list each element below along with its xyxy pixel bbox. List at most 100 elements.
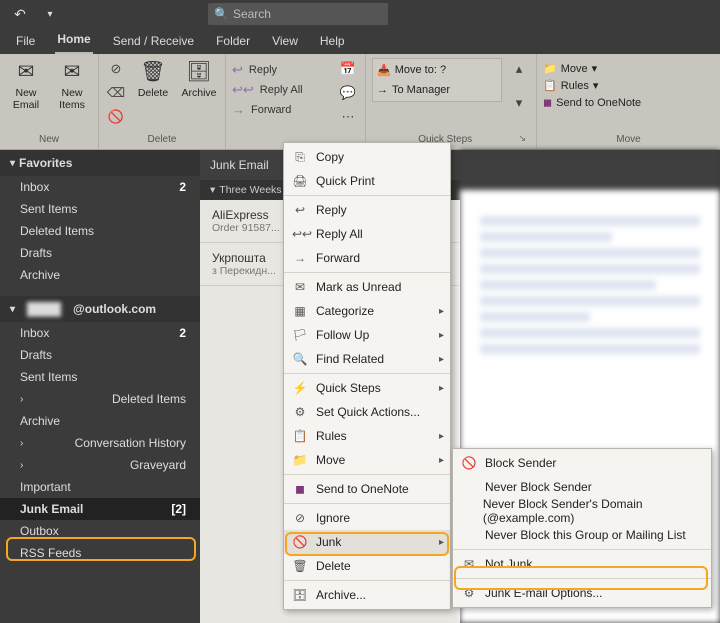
rules-button[interactable]: 📋Rules▾ <box>543 79 641 92</box>
folder-conversation-history[interactable]: ›Conversation History <box>0 432 200 454</box>
ctx-junk[interactable]: 🚫Junk▸ <box>284 530 450 554</box>
chevron-right-icon: ▸ <box>439 306 444 317</box>
folder-deleted-items-acct[interactable]: ›Deleted Items <box>0 388 200 410</box>
junk-never-block-group[interactable]: Never Block this Group or Mailing List <box>453 523 711 547</box>
ribbon-tabs: File Home Send / Receive Folder View Hel… <box>0 28 720 54</box>
lightning-icon: ⚡ <box>292 381 308 395</box>
ignore-button[interactable]: ⊘ <box>105 58 127 80</box>
junk-never-block-domain[interactable]: Never Block Sender's Domain (@example.co… <box>453 499 711 523</box>
tab-folder[interactable]: Folder <box>214 30 252 54</box>
ribbon-group-respond: ↩Reply ↩↩Reply All →Forward 📅 💬 ⋯ <box>226 54 366 149</box>
inbox-unread-count-acct: 2 <box>179 326 186 340</box>
ignore-icon: ⊘ <box>292 511 308 525</box>
ctx-categorize[interactable]: ▦Categorize▸ <box>284 299 450 323</box>
ctx-rules[interactable]: 📋Rules▸ <box>284 424 450 448</box>
junk-button[interactable]: 🚫 <box>105 106 127 128</box>
folder-archive[interactable]: Archive <box>0 264 200 286</box>
ctx-set-quick-actions[interactable]: ⚙Set Quick Actions... <box>284 400 450 424</box>
reply-button[interactable]: ↩Reply <box>232 62 303 78</box>
envelope-icon: ✉ <box>12 58 40 86</box>
folder-junk-email[interactable]: Junk Email[2] <box>0 498 200 520</box>
forward-button[interactable]: →Forward <box>232 102 303 117</box>
folder-outbox[interactable]: Outbox <box>0 520 200 542</box>
ctx-quick-print[interactable]: 🖨Quick Print <box>284 169 450 193</box>
folder-inbox-acct[interactable]: Inbox2 <box>0 322 200 344</box>
junk-email-options[interactable]: ⚙Junk E-mail Options... <box>453 581 711 605</box>
onenote-button[interactable]: ◼Send to OneNote <box>543 96 641 109</box>
folder-pane: ▾Favorites Inbox2 Sent Items Deleted Ite… <box>0 150 200 623</box>
chevron-right-icon: › <box>20 394 23 405</box>
delete-button[interactable]: 🗑 Delete <box>133 58 173 100</box>
ctx-send-to-onenote[interactable]: ◼Send to OneNote <box>284 477 450 501</box>
customize-qat-button[interactable]: ▾ <box>38 2 62 26</box>
search-box[interactable]: 🔍 Search <box>208 3 388 25</box>
trash-icon: 🗑 <box>292 559 308 573</box>
folder-important[interactable]: Important <box>0 476 200 498</box>
folder-sent-items-acct[interactable]: Sent Items <box>0 366 200 388</box>
new-items-icon: ✉ <box>58 58 86 86</box>
ctx-quick-steps[interactable]: ⚡Quick Steps▸ <box>284 376 450 400</box>
cleanup-button[interactable]: ⌫ <box>105 82 127 104</box>
reply-all-button[interactable]: ↩↩Reply All <box>232 82 303 98</box>
archive-button[interactable]: 🗄 Archive <box>179 58 219 100</box>
favorites-header[interactable]: ▾Favorites <box>0 150 200 176</box>
tab-home[interactable]: Home <box>55 28 92 54</box>
folder-rss-feeds[interactable]: RSS Feeds <box>0 542 200 564</box>
new-items-button[interactable]: ✉ New Items <box>52 58 92 111</box>
tab-help[interactable]: Help <box>318 30 347 54</box>
account-header[interactable]: ▾████@outlook.com <box>0 296 200 322</box>
quickstep-tomanager[interactable]: →To Manager <box>375 81 499 99</box>
junk-not-junk[interactable]: ✉Not Junk <box>453 552 711 576</box>
im-button[interactable]: 💬 <box>337 82 359 104</box>
new-email-label: New Email <box>6 88 46 111</box>
junk-block-sender[interactable]: 🚫Block Sender <box>453 451 711 475</box>
ctx-ignore[interactable]: ⊘Ignore <box>284 506 450 530</box>
quickstep-moveto[interactable]: 📥Move to: ? <box>375 61 499 79</box>
junk-icon: 🚫 <box>292 535 308 549</box>
folder-inbox[interactable]: Inbox2 <box>0 176 200 198</box>
ctx-forward[interactable]: →Forward <box>284 246 450 270</box>
more-respond-button[interactable]: ⋯ <box>337 106 359 128</box>
folder-drafts-acct[interactable]: Drafts <box>0 344 200 366</box>
tab-send-receive[interactable]: Send / Receive <box>111 30 196 54</box>
gear-icon: ⚙ <box>292 405 308 419</box>
move-button[interactable]: 📁Move▾ <box>543 62 641 75</box>
folder-sent-items[interactable]: Sent Items <box>0 198 200 220</box>
chevron-down-icon: ▾ <box>593 79 599 92</box>
folder-archive-acct[interactable]: Archive <box>0 410 200 432</box>
folder-drafts[interactable]: Drafts <box>0 242 200 264</box>
quicksteps-down[interactable]: ▾ <box>508 92 530 114</box>
junk-never-block-sender[interactable]: Never Block Sender <box>453 475 711 499</box>
trash-icon: 🗑 <box>139 58 167 86</box>
favorites-label: Favorites <box>19 156 72 170</box>
search-icon: 🔍 <box>292 352 308 366</box>
gear-icon: ⚙ <box>461 586 477 600</box>
folder-deleted-items[interactable]: Deleted Items <box>0 220 200 242</box>
tomanager-label: To Manager <box>392 84 450 96</box>
quicksteps-up[interactable]: ▴ <box>508 58 530 80</box>
tab-file[interactable]: File <box>14 30 37 54</box>
ctx-reply[interactable]: ↩Reply <box>284 198 450 222</box>
onenote-icon: ◼ <box>292 482 308 496</box>
print-icon: 🖨 <box>292 174 308 188</box>
ctx-archive[interactable]: 🗄Archive... <box>284 583 450 607</box>
ctx-copy[interactable]: ⎘Copy <box>284 145 450 169</box>
list-folder-title: Junk Email <box>210 158 269 172</box>
ctx-follow-up[interactable]: 🏳Follow Up▸ <box>284 323 450 347</box>
meeting-button[interactable]: 📅 <box>337 58 359 80</box>
junk-count: [2] <box>171 502 186 516</box>
ctx-reply-all[interactable]: ↩↩Reply All <box>284 222 450 246</box>
context-menu: ⎘Copy 🖨Quick Print ↩Reply ↩↩Reply All →F… <box>283 142 451 610</box>
ctx-delete[interactable]: 🗑Delete <box>284 554 450 578</box>
ctx-find-related[interactable]: 🔍Find Related▸ <box>284 347 450 371</box>
folder-graveyard[interactable]: ›Graveyard <box>0 454 200 476</box>
undo-button[interactable]: ↶ <box>8 2 32 26</box>
ribbon-group-quicksteps: 📥Move to: ? →To Manager ▴ ▾ Quick Steps … <box>366 54 537 149</box>
ctx-move[interactable]: 📁Move▸ <box>284 448 450 472</box>
ribbon-group-move: 📁Move▾ 📋Rules▾ ◼Send to OneNote Move <box>537 54 720 149</box>
tab-view[interactable]: View <box>270 30 300 54</box>
quick-steps-gallery[interactable]: 📥Move to: ? →To Manager <box>372 58 502 102</box>
ctx-mark-unread[interactable]: ✉Mark as Unread <box>284 275 450 299</box>
new-email-button[interactable]: ✉ New Email <box>6 58 46 111</box>
quicksteps-dialog-launcher[interactable]: ↘ <box>518 133 530 147</box>
